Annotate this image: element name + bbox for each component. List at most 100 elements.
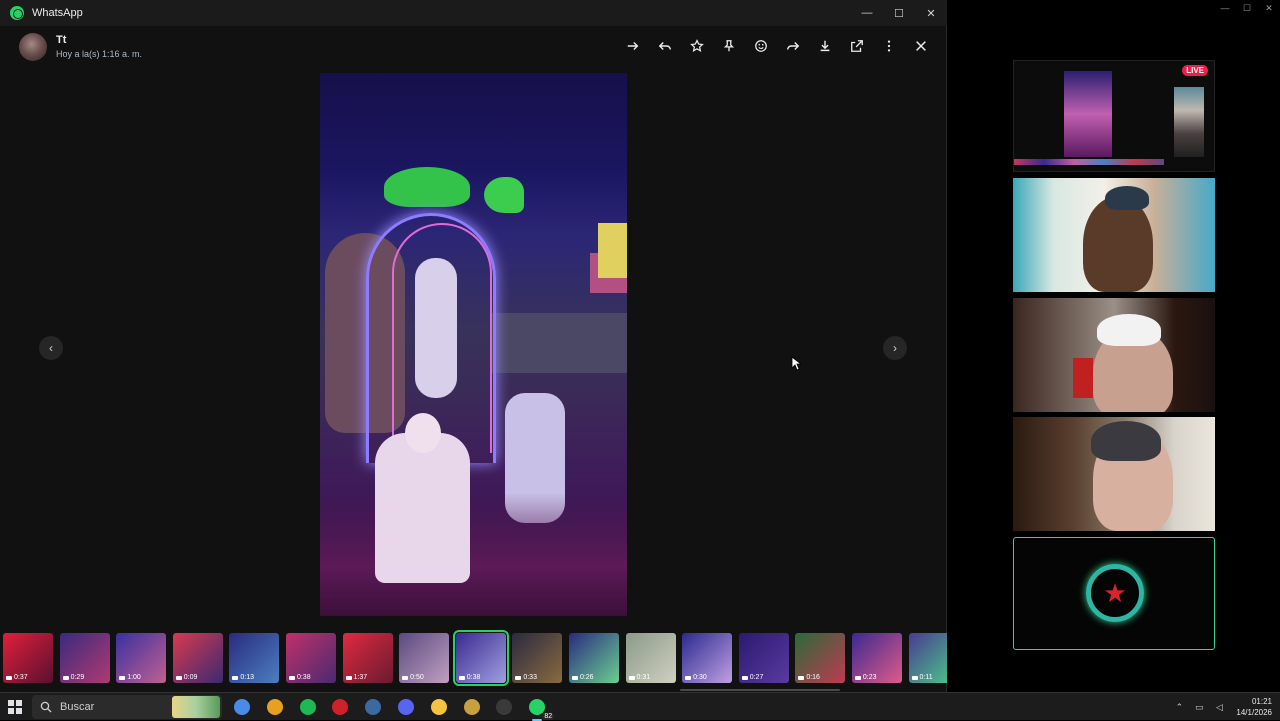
media-thumbnail[interactable]: 0:37 [3,633,53,683]
thumbnail-duration: 0:26 [572,674,594,681]
preview-thumbs [1014,159,1164,165]
stream-panel: — ☐ ✕ LIVE ★ [948,0,1280,692]
video-scene [484,177,524,213]
go-to-message-button[interactable] [617,34,649,58]
media-thumbnail[interactable]: 0:33 [512,633,563,683]
taskbar-search[interactable]: Buscar [32,695,222,719]
media-thumbnail[interactable]: 0:31 [625,633,676,683]
copilot-icon [234,699,250,715]
webcam-1 [1013,178,1215,292]
pin-icon [723,40,735,52]
media-thumbnail[interactable]: 0:38 [285,633,336,683]
media-thumbnail[interactable]: 0:26 [568,633,619,683]
volume-icon[interactable]: ◁ [1212,700,1226,714]
title-bar: WhatsApp — ☐ ✕ [0,0,947,26]
thumbnail-duration: 1:00 [119,674,141,681]
next-media-button[interactable]: › [883,336,907,360]
media-thumbnail[interactable]: 1:37 [342,633,393,683]
explorer-icon[interactable] [428,696,450,718]
spotify-icon[interactable] [297,696,319,718]
minimize-button[interactable]: — [1214,0,1236,16]
media-thumbnail[interactable]: 0:29 [59,633,110,683]
download-button[interactable] [809,34,841,58]
chrome-icon [266,699,283,715]
discord-icon [397,699,414,715]
media-thumbnail[interactable]: 1:00 [116,633,167,683]
close-window-button[interactable]: ✕ [1258,0,1280,16]
webcam-2 [1013,298,1215,412]
obs-icon[interactable] [493,696,515,718]
open-external-button[interactable] [841,34,873,58]
maximize-button[interactable]: ☐ [883,0,915,26]
thumbnail-duration: 0:31 [629,674,651,681]
previous-media-button[interactable]: ‹ [39,336,63,360]
opera-icon[interactable] [329,696,351,718]
star-icon [690,39,704,53]
thumbnail-duration: 0:30 [685,674,707,681]
clock-date: 14/1/2026 [1236,708,1272,717]
taskbar-apps: 82 [231,696,559,721]
clock[interactable]: 01:21 14/1/2026 [1236,696,1272,718]
avatar[interactable] [19,33,47,61]
close-viewer-button[interactable] [905,34,937,58]
league-icon[interactable] [461,696,483,718]
window-controls: — ☐ ✕ [851,0,947,26]
preview-video [1064,71,1112,157]
media-thumbnail[interactable]: 0:13 [229,633,280,683]
video-scene [405,413,441,453]
star-logo-icon: ★ [1103,578,1127,608]
whatsapp-icon[interactable]: 82 [526,696,555,721]
media-thumbnail[interactable]: 0:50 [399,633,450,683]
streamer-logo-icon: ★ [1086,564,1144,622]
download-icon [820,40,830,52]
chrome-icon[interactable] [264,696,286,718]
search-icon [40,701,52,713]
media-thumbnail[interactable]: 0:30 [682,633,733,683]
media-thumbnail[interactable]: 0:11 [908,633,947,683]
webcam-headset [1091,421,1161,461]
minimize-button[interactable]: — [851,0,883,26]
discord-icon[interactable] [395,696,417,718]
copilot-icon[interactable] [231,696,253,718]
media-thumbnail-strip: 0:37 0:29 1:00 0:09 0:13 0:38 1:37 0:50 0:38 0:33… [0,630,947,688]
video-scene [598,223,627,278]
media-thumbnail[interactable]: 0:27 [738,633,789,683]
thumbnail-duration: 0:37 [6,674,28,681]
start-button[interactable] [8,700,22,714]
video-scene [375,433,470,583]
video-scene [320,493,627,616]
opera-icon [332,699,349,715]
thumbnail-duration: 1:37 [346,674,368,681]
chevron-up-icon[interactable]: ⌃ [1172,700,1186,714]
thumbnail-duration: 0:38 [459,674,481,681]
video-player[interactable] [320,73,627,616]
media-thumbnail[interactable]: 0:38 [452,630,509,686]
more-options-button[interactable] [873,34,905,58]
stream-window-controls: — ☐ ✕ [1214,0,1280,16]
media-thumbnail[interactable]: 0:16 [795,633,846,683]
react-button[interactable] [745,34,777,58]
media-thumbnail[interactable]: 0:23 [851,633,902,683]
video-scene [415,258,457,398]
forward-button[interactable] [777,34,809,58]
windows-logo-icon [8,708,14,714]
star-button[interactable] [681,34,713,58]
maximize-button[interactable]: ☐ [1236,0,1258,16]
close-window-button[interactable]: ✕ [915,0,947,26]
webcam-4-offline: ★ [1013,537,1215,650]
contact-name[interactable]: Tt [56,34,66,46]
thumbnail-row: 0:37 0:29 1:00 0:09 0:13 0:38 1:37 0:50 0:38 0:33… [3,630,947,686]
webcam-chair [1073,358,1093,398]
webcam-cap [1105,186,1149,210]
windows-logo-icon [8,700,14,706]
open-external-icon [851,40,863,52]
reply-button[interactable] [649,34,681,58]
preview-cams [1174,87,1204,157]
network-icon[interactable]: ▭ [1192,700,1206,714]
thumbnail-duration: 0:16 [798,674,820,681]
steam-icon[interactable] [362,696,384,718]
notification-badge: 82 [542,713,555,720]
thumbnail-scrollbar[interactable] [680,689,840,691]
pin-button[interactable] [713,34,745,58]
media-thumbnail[interactable]: 0:09 [172,633,223,683]
